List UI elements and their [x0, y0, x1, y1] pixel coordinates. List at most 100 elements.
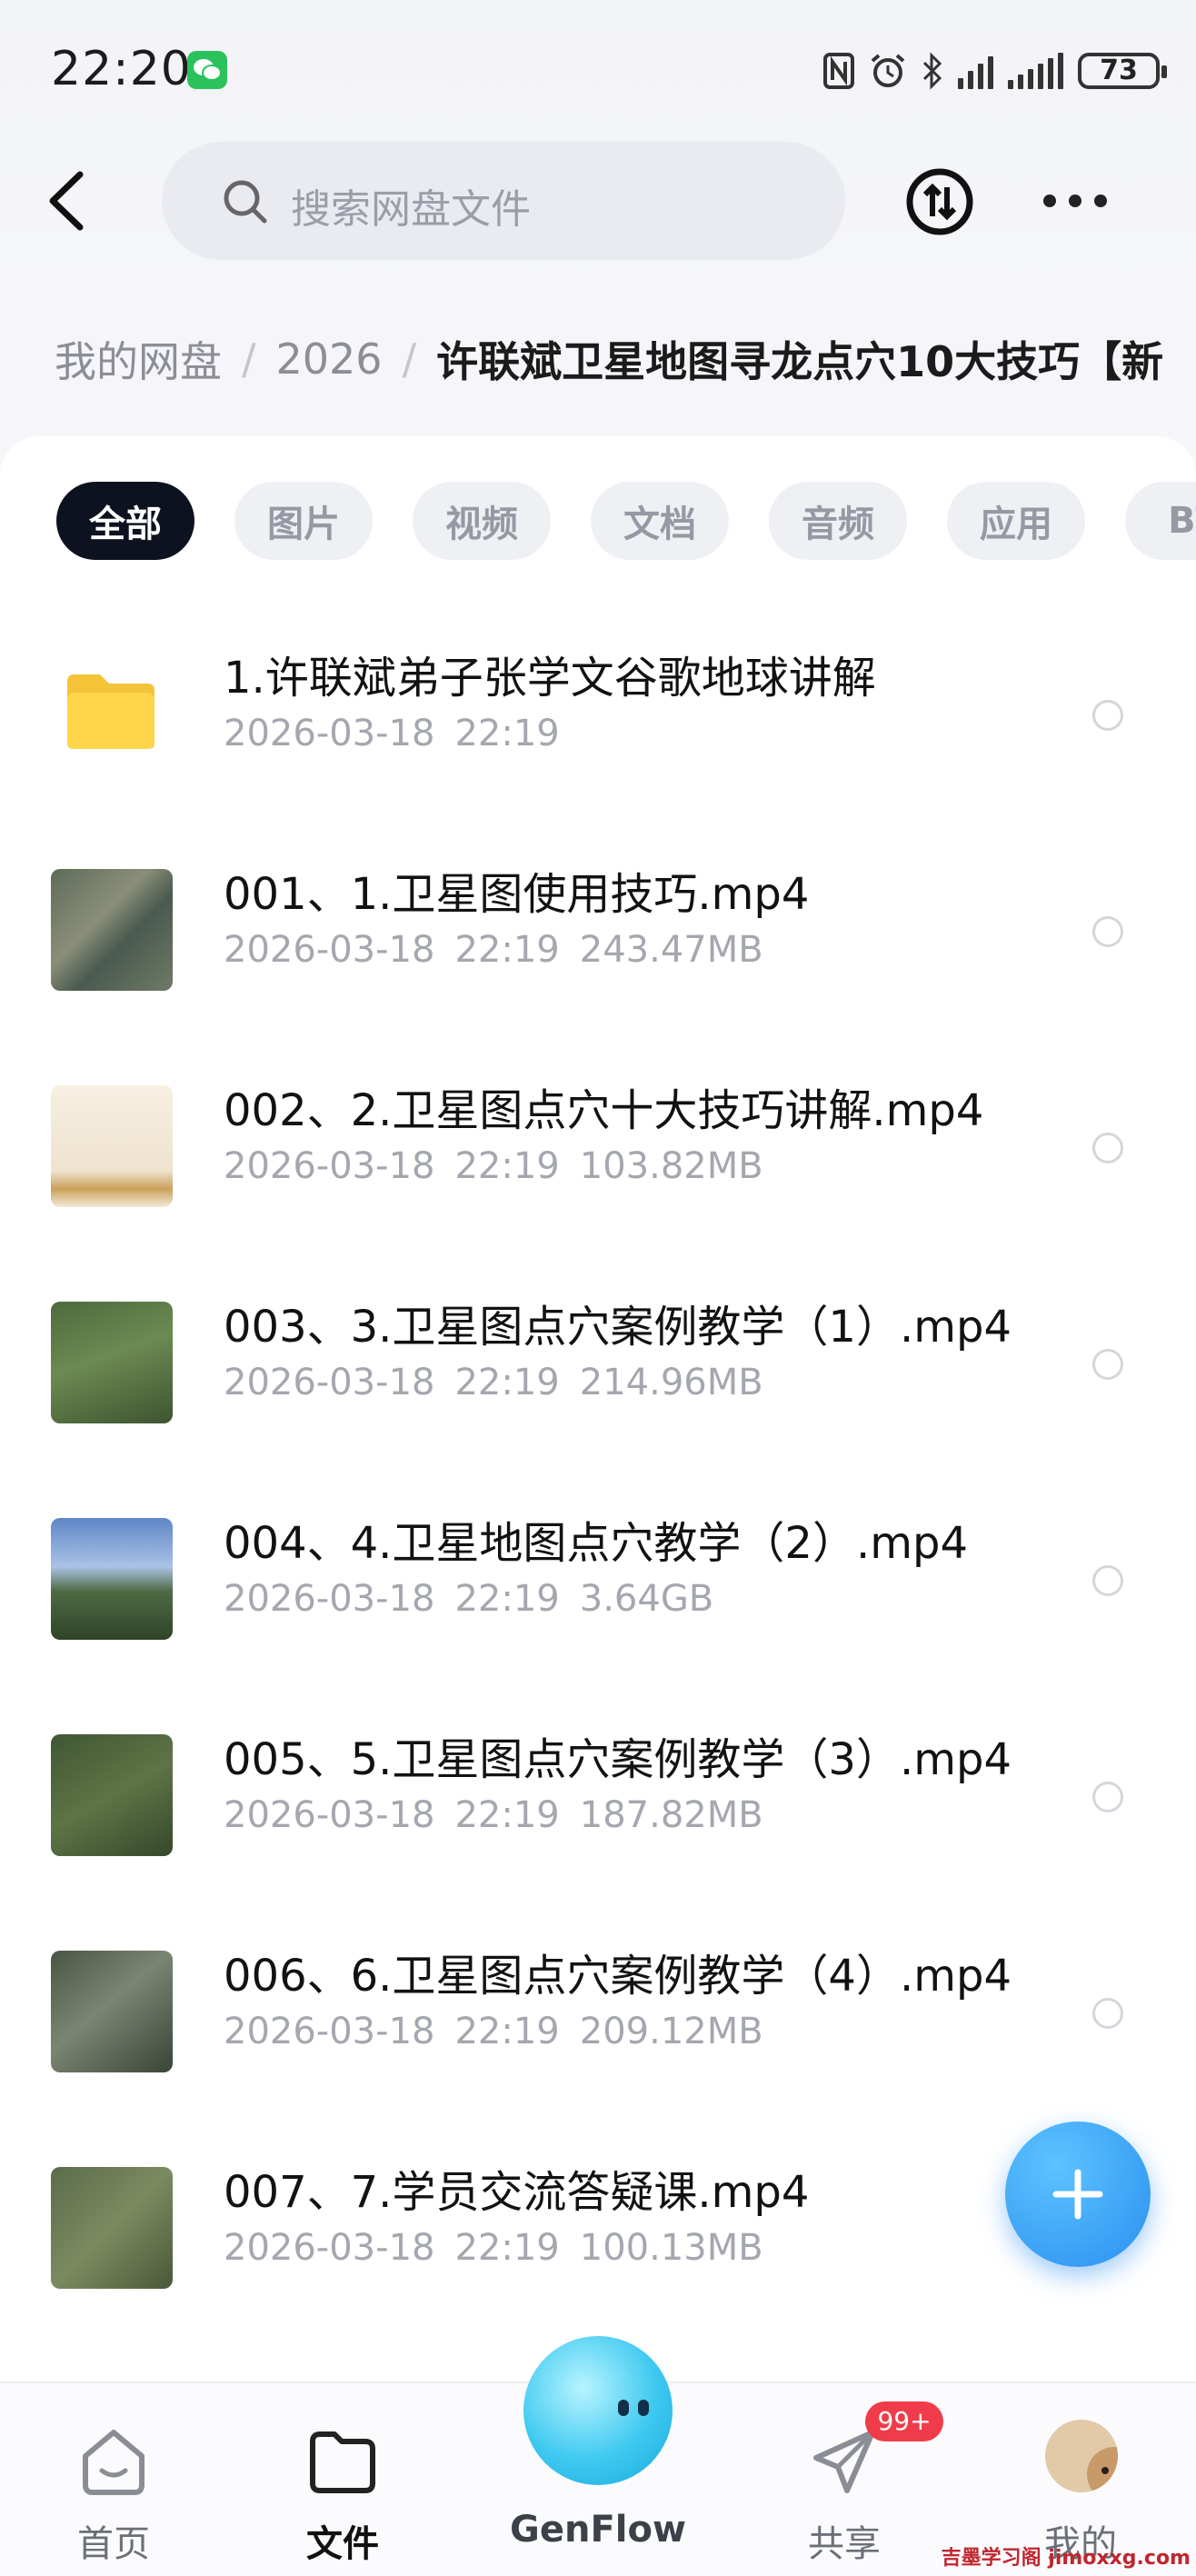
- file-meta: 2026-03-18 22:19 100.13MB: [224, 2227, 783, 2269]
- video-thumbnail: [51, 869, 173, 991]
- filter-bt[interactable]: BT: [1125, 482, 1196, 560]
- video-thumbnail: [51, 1302, 173, 1423]
- file-name: 007、7.学员交流答疑课.mp4: [224, 2167, 810, 2218]
- breadcrumb-2026[interactable]: 2026: [276, 334, 383, 384]
- file-list: 1.许联斌弟子张学文谷歌地球讲解 2026-03-18 22:19 001、1.卫…: [0, 605, 1196, 2336]
- file-meta: 2026-03-18 22:19 187.82MB: [224, 1794, 783, 1836]
- select-checkbox[interactable]: [1092, 1782, 1123, 1812]
- file-date: 2026-03-18: [224, 1578, 435, 1620]
- file-meta: 2026-03-18 22:19 214.96MB: [224, 1362, 783, 1403]
- file-date: 2026-03-18: [224, 1362, 435, 1403]
- filter-tabs: 全部 图片 视频 文档 音频 应用 BT: [56, 482, 1196, 560]
- file-name: 006、6.卫星图点穴案例教学（4）.mp4: [224, 1951, 1012, 2002]
- file-name: 005、5.卫星图点穴案例教学（3）.mp4: [224, 1734, 1012, 1785]
- select-checkbox[interactable]: [1092, 700, 1123, 731]
- breadcrumb: 我的网盘 / 2026 / 许联斌卫星地图寻龙点穴10大技巧【新: [55, 329, 1163, 389]
- add-button[interactable]: [1005, 2122, 1151, 2267]
- file-meta: 2026-03-18 22:19: [224, 713, 580, 754]
- video-thumbnail: [51, 1085, 173, 1207]
- file-name: 004、4.卫星地图点穴教学（2）.mp4: [224, 1518, 968, 1569]
- filter-audio[interactable]: 音频: [769, 482, 907, 560]
- file-time: 22:19: [454, 1362, 560, 1403]
- back-arrow-icon: [49, 171, 84, 231]
- folder-nav-icon: [310, 2431, 375, 2493]
- transfer-icon: [906, 168, 973, 235]
- nav-files[interactable]: 文件: [274, 2411, 411, 2565]
- file-time: 22:19: [454, 1145, 560, 1187]
- file-list-card: 全部 图片 视频 文档 音频 应用 BT 1.许联斌弟子张学文谷歌地球讲解 20…: [0, 436, 1196, 2381]
- file-name: 002、2.卫星图点穴十大技巧讲解.mp4: [224, 1085, 984, 1136]
- file-date: 2026-03-18: [224, 713, 435, 754]
- select-checkbox[interactable]: [1092, 1998, 1123, 2029]
- video-thumbnail: [51, 1518, 173, 1640]
- file-row-video[interactable]: 002、2.卫星图点穴十大技巧讲解.mp4 2026-03-18 22:19 103…: [0, 1038, 1196, 1254]
- signal-icon-2: [1008, 53, 1063, 89]
- avatar: [1045, 2420, 1118, 2492]
- file-name: 003、3.卫星图点穴案例教学（1）.mp4: [224, 1302, 1012, 1353]
- file-row-video[interactable]: 001、1.卫星图使用技巧.mp4 2026-03-18 22:19 243.47M…: [0, 822, 1196, 1038]
- select-checkbox[interactable]: [1092, 1565, 1123, 1596]
- battery-icon: 73: [1078, 53, 1167, 89]
- nav-genflow-label: GenFlow: [510, 2509, 686, 2551]
- nav-genflow[interactable]: GenFlow: [482, 2336, 714, 2574]
- breadcrumb-separator: /: [402, 334, 417, 384]
- status-bar: 22:20 73: [0, 0, 1196, 136]
- file-size: 103.82MB: [579, 1145, 763, 1187]
- more-options-button[interactable]: [1043, 187, 1107, 215]
- search-placeholder: 搜索网盘文件: [291, 186, 531, 233]
- status-time: 22:20: [51, 42, 192, 96]
- share-notification-badge: 99+: [865, 2401, 943, 2441]
- back-button[interactable]: [44, 169, 95, 233]
- file-row-video[interactable]: 003、3.卫星图点穴案例教学（1）.mp4 2026-03-18 22:19 21…: [0, 1254, 1196, 1471]
- file-time: 22:19: [454, 713, 560, 754]
- nfc-icon: [823, 53, 854, 89]
- plus-icon: [1052, 2169, 1103, 2220]
- bluetooth-icon: [922, 52, 942, 90]
- nav-home[interactable]: 首页: [45, 2411, 182, 2565]
- select-checkbox[interactable]: [1092, 1133, 1123, 1163]
- file-date: 2026-03-18: [224, 929, 435, 971]
- breadcrumb-current: 许联斌卫星地图寻龙点穴10大技巧【新: [436, 337, 1164, 386]
- nav-files-label: 文件: [306, 2523, 379, 2565]
- file-time: 22:19: [454, 1794, 560, 1836]
- file-time: 22:19: [454, 2227, 560, 2269]
- file-size: 243.47MB: [579, 929, 763, 971]
- select-checkbox[interactable]: [1092, 1349, 1123, 1380]
- video-thumbnail: [51, 1951, 173, 2072]
- nav-home-label: 首页: [77, 2523, 150, 2565]
- filter-documents[interactable]: 文档: [591, 482, 729, 560]
- file-meta: 2026-03-18 22:19 103.82MB: [224, 1145, 783, 1187]
- breadcrumb-my-drive[interactable]: 我的网盘: [55, 329, 222, 389]
- status-icons: 73: [823, 47, 1167, 95]
- paper-plane-icon: [813, 2430, 875, 2493]
- file-row-video[interactable]: 006、6.卫星图点穴案例教学（4）.mp4 2026-03-18 22:19 20…: [0, 1903, 1196, 2120]
- file-size: 214.96MB: [579, 1362, 763, 1403]
- file-size: 3.64GB: [579, 1578, 714, 1620]
- wechat-notification-icon: [187, 51, 227, 89]
- file-date: 2026-03-18: [224, 1145, 435, 1187]
- transfer-button[interactable]: [905, 167, 974, 236]
- breadcrumb-separator: /: [242, 334, 256, 384]
- genflow-icon: [523, 2336, 673, 2485]
- file-date: 2026-03-18: [224, 2227, 435, 2269]
- file-row-video[interactable]: 005、5.卫星图点穴案例教学（3）.mp4 2026-03-18 22:19 18…: [0, 1687, 1196, 1903]
- file-meta: 2026-03-18 22:19 209.12MB: [224, 2011, 783, 2052]
- file-date: 2026-03-18: [224, 2011, 435, 2052]
- filter-apps[interactable]: 应用: [947, 482, 1085, 560]
- filter-all[interactable]: 全部: [56, 482, 194, 560]
- file-size: 209.12MB: [579, 2011, 763, 2052]
- file-row-folder[interactable]: 1.许联斌弟子张学文谷歌地球讲解 2026-03-18 22:19: [0, 605, 1196, 822]
- nav-share-label: 共享: [808, 2523, 881, 2565]
- search-input[interactable]: 搜索网盘文件: [162, 142, 845, 260]
- signal-icon-1: [958, 53, 993, 89]
- select-checkbox[interactable]: [1092, 916, 1123, 947]
- filter-images[interactable]: 图片: [234, 482, 373, 560]
- video-thumbnail: [51, 1734, 173, 1856]
- file-date: 2026-03-18: [224, 1794, 435, 1836]
- video-thumbnail: [51, 2167, 173, 2289]
- file-time: 22:19: [454, 2011, 560, 2052]
- filter-videos[interactable]: 视频: [413, 482, 551, 560]
- file-time: 22:19: [454, 929, 560, 971]
- home-icon: [83, 2430, 145, 2495]
- file-row-video[interactable]: 004、4.卫星地图点穴教学（2）.mp4 2026-03-18 22:19 3.6…: [0, 1471, 1196, 1687]
